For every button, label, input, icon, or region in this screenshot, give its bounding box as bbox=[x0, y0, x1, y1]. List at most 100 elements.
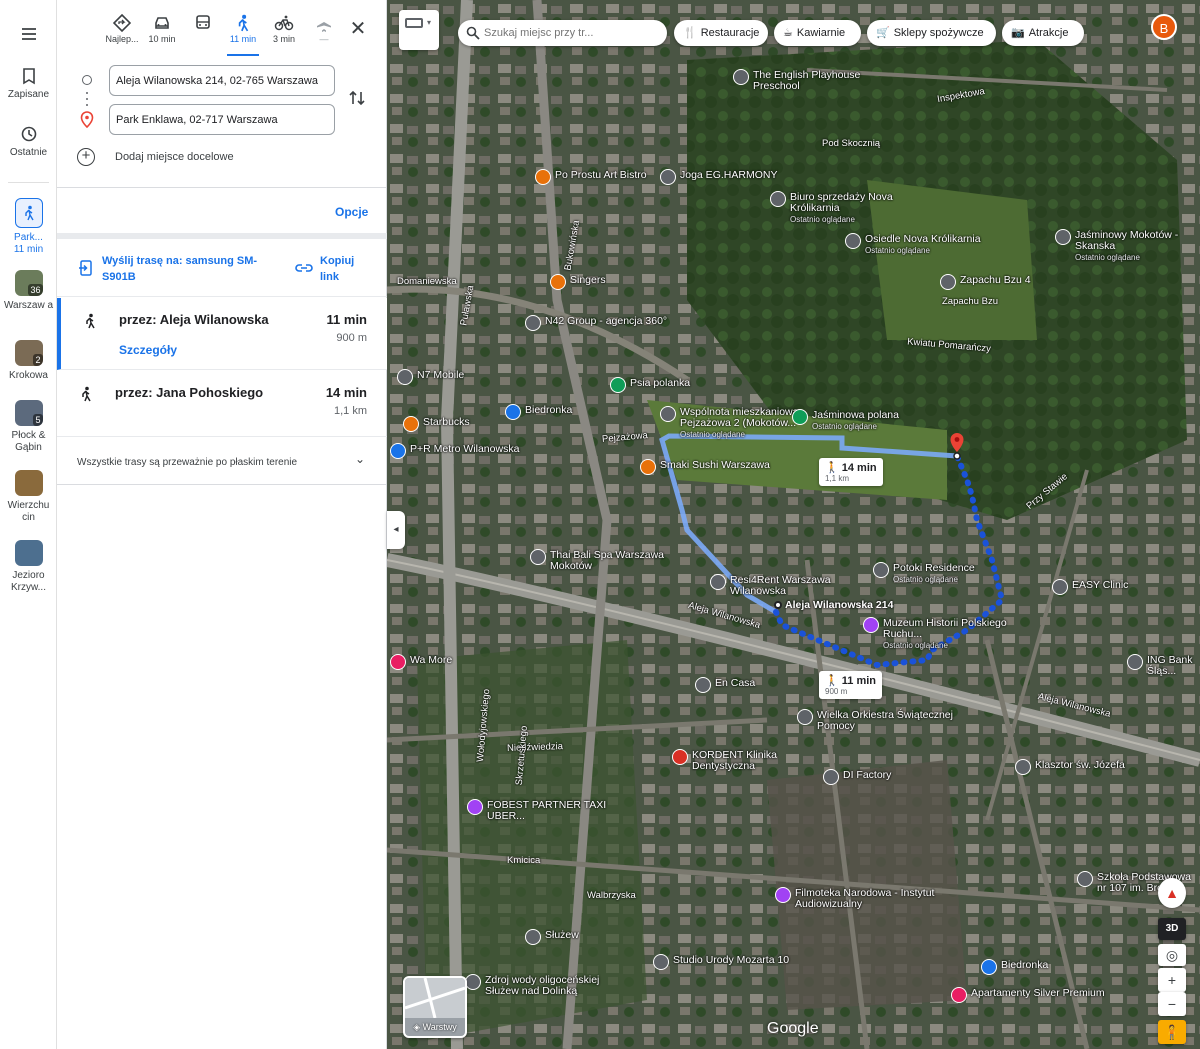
rail-recent-item[interactable]: 5 Płock & Gąbin bbox=[0, 400, 57, 454]
place-pin-dot-icon[interactable] bbox=[530, 549, 546, 565]
my-location-button[interactable]: ◎ bbox=[1158, 944, 1186, 966]
place-label[interactable]: Osiedle Nova Królikarnia Ostatnio oglądan… bbox=[865, 234, 981, 256]
swap-endpoints-button[interactable] bbox=[348, 88, 366, 108]
rail-recent-item[interactable]: Jezioro Krzyw... bbox=[0, 540, 57, 594]
place-label[interactable]: Singers bbox=[570, 275, 606, 286]
place-pin-dot-icon[interactable] bbox=[845, 233, 861, 249]
place-label[interactable]: EASY Clinic bbox=[1072, 580, 1128, 591]
place-label[interactable]: Thai Bali Spa Warszawa Mokotów bbox=[550, 550, 700, 572]
chip-attractions[interactable]: 📷 Atrakcje bbox=[1002, 20, 1084, 46]
place-pin-dot-icon[interactable] bbox=[660, 169, 676, 185]
origin-input[interactable] bbox=[109, 65, 335, 96]
mode-transit[interactable] bbox=[183, 14, 223, 34]
place-pin-dot-icon[interactable] bbox=[823, 769, 839, 785]
place-label[interactable]: Klasztor św. Józefa bbox=[1035, 760, 1125, 771]
place-label[interactable]: DI Factory bbox=[843, 770, 891, 781]
destination-pin-icon[interactable] bbox=[949, 432, 965, 460]
route-alt-bubble[interactable]: 🚶 14 min 1,1 km bbox=[819, 458, 883, 486]
place-pin-park-icon[interactable] bbox=[390, 443, 406, 459]
place-label[interactable]: Wspólnota mieszkaniowa Pejzażowa 2 (Moko… bbox=[680, 407, 830, 440]
place-label[interactable]: N7 Mobile bbox=[417, 370, 464, 381]
place-label[interactable]: Zapachu Bzu 4 bbox=[960, 275, 1031, 286]
place-pin-box-icon[interactable] bbox=[525, 315, 541, 331]
route-main-bubble[interactable]: 🚶 11 min 900 m bbox=[819, 671, 883, 699]
place-pin-dot-icon[interactable] bbox=[695, 677, 711, 693]
map-view[interactable]: Aleja Wilanowska Aleja Wilanowska Puławska… bbox=[387, 0, 1200, 1049]
place-label[interactable]: Wielka Orkiestra Świątecznej Pomocy bbox=[817, 710, 967, 732]
rail-current-directions[interactable]: Park... 11 min bbox=[0, 198, 57, 256]
place-label[interactable]: P+R Metro Wilanowska bbox=[410, 444, 519, 455]
place-label[interactable]: Resi4Rent Warszawa Wilanowska bbox=[730, 575, 880, 597]
map-search-input[interactable] bbox=[484, 24, 660, 42]
place-pin-school-icon[interactable] bbox=[1077, 871, 1093, 887]
input-tools-button[interactable]: ▾ bbox=[399, 10, 439, 50]
place-label[interactable]: Wa More bbox=[410, 655, 452, 666]
place-pin-hotel-icon[interactable] bbox=[951, 987, 967, 1003]
recent-button[interactable]: Ostatnie bbox=[0, 124, 57, 158]
place-label[interactable]: En Casa bbox=[715, 678, 755, 689]
layers-button[interactable]: ◈ Warstwy bbox=[403, 976, 467, 1038]
origin-marker[interactable] bbox=[774, 601, 782, 609]
place-label[interactable]: Biedronka bbox=[525, 405, 572, 416]
destination-input[interactable] bbox=[109, 104, 335, 135]
zoom-in-button[interactable]: + bbox=[1158, 968, 1186, 992]
place-pin-shop-icon[interactable] bbox=[981, 959, 997, 975]
place-label[interactable]: Joga EG.HARMONY bbox=[680, 170, 777, 181]
account-avatar[interactable]: B bbox=[1151, 14, 1177, 40]
route-details-link[interactable]: Szczegóły bbox=[119, 343, 177, 357]
place-pin-museum-icon[interactable] bbox=[775, 887, 791, 903]
place-label[interactable]: Jaśminowy Mokotów - Skanska Ostatnio oglą… bbox=[1075, 230, 1200, 263]
place-pin-food-icon[interactable] bbox=[403, 416, 419, 432]
place-pin-med-icon[interactable] bbox=[672, 749, 688, 765]
place-pin-dot-icon[interactable] bbox=[940, 274, 956, 290]
place-pin-dot-icon[interactable] bbox=[1127, 654, 1143, 670]
place-label[interactable]: Muzeum Historii Polskiego Ruchu... Ostatn… bbox=[883, 618, 1033, 651]
close-directions-button[interactable]: ✕ bbox=[347, 18, 369, 40]
place-label[interactable]: Jaśminowa polana Ostatnio oglądane bbox=[812, 410, 899, 432]
chip-cafes[interactable]: ☕ Kawiarnie bbox=[774, 20, 861, 46]
map-search-box[interactable] bbox=[458, 20, 667, 46]
place-pin-dot-icon[interactable] bbox=[1052, 579, 1068, 595]
place-label[interactable]: Po Prostu Art Bistro bbox=[555, 170, 647, 181]
route-option-1[interactable]: przez: Aleja Wilanowska 11 min 900 m Szc… bbox=[57, 298, 387, 370]
place-label[interactable]: Filmoteka Narodowa - Instytut Audiowizua… bbox=[795, 888, 945, 910]
chip-grocery[interactable]: 🛒 Sklepy spożywcze bbox=[867, 20, 996, 46]
place-pin-park-icon[interactable] bbox=[792, 409, 808, 425]
place-pin-park-icon[interactable] bbox=[610, 377, 626, 393]
compass-button[interactable]: ▲ bbox=[1158, 878, 1186, 908]
send-to-phone-link[interactable]: Wyślij trasę na: samsung SM-S901B bbox=[102, 253, 272, 285]
place-pin-hotel-icon[interactable] bbox=[390, 654, 406, 670]
add-destination-button[interactable]: + Dodaj miejsce docelowe bbox=[77, 148, 357, 168]
place-label[interactable]: Służew bbox=[545, 930, 579, 941]
place-label[interactable]: N42 Group - agencja 360° bbox=[545, 316, 667, 327]
place-pin-school-icon[interactable] bbox=[733, 69, 749, 85]
place-pin-dot-icon[interactable] bbox=[770, 191, 786, 207]
place-pin-church-icon[interactable] bbox=[1015, 759, 1031, 775]
rail-recent-item[interactable]: Wierzchu cin bbox=[0, 470, 57, 524]
place-pin-shop-icon[interactable] bbox=[505, 404, 521, 420]
rail-recent-item[interactable]: 36 Warszaw a bbox=[0, 270, 57, 312]
place-pin-museum-icon[interactable] bbox=[863, 617, 879, 633]
place-label[interactable]: Potoki Residence Ostatnio oglądane bbox=[893, 563, 975, 585]
place-label[interactable]: The English Playhouse Preschool bbox=[753, 70, 903, 92]
place-pin-box-icon[interactable] bbox=[467, 799, 483, 815]
place-label[interactable]: Zdroj wody oligoceńskiej Służew nad Doli… bbox=[485, 975, 635, 997]
place-pin-dot-icon[interactable] bbox=[1055, 229, 1071, 245]
place-label[interactable]: Biuro sprzedaży Nova Królikarnia Ostatnio… bbox=[790, 192, 940, 225]
place-label[interactable]: Starbucks bbox=[423, 417, 470, 428]
zoom-out-button[interactable]: − bbox=[1158, 992, 1186, 1016]
place-pin-dot-icon[interactable] bbox=[660, 406, 676, 422]
menu-button[interactable] bbox=[0, 24, 57, 47]
place-pin-food-icon[interactable] bbox=[550, 274, 566, 290]
place-label[interactable]: Psia polanka bbox=[630, 378, 690, 389]
collapse-panel-button[interactable]: ◂ bbox=[387, 511, 405, 549]
place-label[interactable]: Studio Urody Mozarta 10 bbox=[673, 955, 789, 966]
place-pin-box-icon[interactable] bbox=[397, 369, 413, 385]
place-label[interactable]: Apartamenty Silver Premium bbox=[971, 988, 1105, 999]
chip-restaurants[interactable]: 🍴 Restauracje bbox=[674, 20, 768, 46]
place-pin-dot-icon[interactable] bbox=[653, 954, 669, 970]
options-button[interactable]: Opcje bbox=[335, 205, 368, 219]
mode-best[interactable]: Najlep... bbox=[102, 14, 142, 44]
mode-flight[interactable]: — bbox=[304, 14, 344, 44]
place-pin-dot-icon[interactable] bbox=[710, 574, 726, 590]
